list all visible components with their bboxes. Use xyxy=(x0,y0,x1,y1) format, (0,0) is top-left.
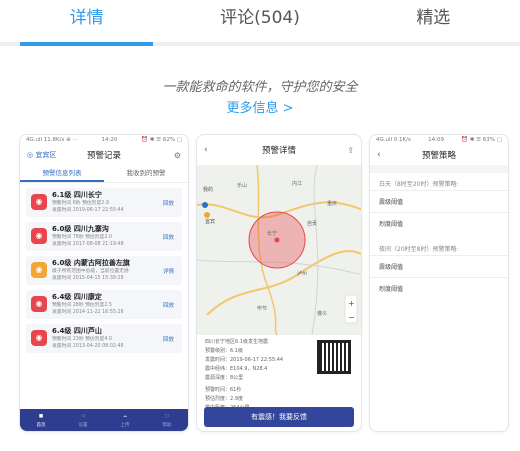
back-icon: ‹ xyxy=(204,145,208,155)
svg-text:+: + xyxy=(348,299,355,308)
map-label: 毕节 xyxy=(257,305,267,312)
bottom-nav-upload: ☁ 上传 xyxy=(120,414,130,428)
epicenter-map: 长宁 我的 宜宾 泸州 乐山 重庆 自贡 遵义 毕节 内江 + − xyxy=(197,165,361,335)
record-time: 发震时间 2019-06-17 22:55:44 xyxy=(52,208,124,213)
record-action-link[interactable]: 回放 xyxy=(163,335,174,343)
page-title: 预警详情 xyxy=(261,146,296,156)
back-icon: ‹ xyxy=(377,150,381,160)
tab-comments[interactable]: 评论(504) xyxy=(173,0,346,42)
detail-coords: 震中经纬：E104.9，N28.4 xyxy=(205,366,268,372)
warning-record-card[interactable]: ◉ 6.4级 四川芦山 预警时间 23秒 预估烈度4.0 发震时间 2013-04-2… xyxy=(26,324,182,353)
page-title: 预警策略 xyxy=(421,151,456,161)
warning-record-card[interactable]: ◉ 6.1级 四川长宁 预警时间 6秒 预估烈度2.9 发震时间 2019-06-17… xyxy=(26,188,182,217)
status-bar: 4G.ull 11.8K/s ⊕ ··· 14:20 ⏰ ✱ ☰ 62% ▢ xyxy=(20,135,188,145)
night-magnitude-row[interactable]: 震级阈值 xyxy=(370,255,508,277)
screenshot-warning-records[interactable]: 4G.ull 11.8K/s ⊕ ··· 14:20 ⏰ ✱ ☰ 62% ▢ ◎… xyxy=(19,134,189,432)
seg-received: 我收到的预警 xyxy=(126,169,166,177)
detail-region: 四川长宁地区6.1级发生地震 xyxy=(205,339,268,345)
record-action-link[interactable]: 回放 xyxy=(163,301,174,309)
night-section-title: 夜间（20时至8时）预警策略: xyxy=(379,246,459,253)
alert-icon: ◉ xyxy=(31,194,47,210)
map-label: 内江 xyxy=(292,180,302,187)
day-intensity-row[interactable]: 烈度阈值 xyxy=(370,212,508,234)
record-action-link[interactable]: 回放 xyxy=(163,199,174,207)
alert-icon: ◉ xyxy=(31,228,47,244)
feedback-button[interactable]: 有震感！我要反馈 xyxy=(204,407,354,427)
record-time: 发震时间 2014-11-22 16:55:26 xyxy=(52,310,124,315)
map-label: 泸州 xyxy=(297,270,307,277)
bottom-nav-help: ▢ 帮助 xyxy=(162,414,172,428)
page-title: 预警记录 xyxy=(86,151,121,161)
day-section-title: 白天（8时至20时）预警策略: xyxy=(379,181,459,188)
bottom-nav-settings: ◁ 设置 xyxy=(78,414,88,428)
detail-warning-time: 预警时间：61秒 xyxy=(205,387,242,393)
alert-icon: ◉ xyxy=(31,330,47,346)
seg-warning-list: 预警信息列表 xyxy=(20,165,104,182)
tab-featured[interactable]: 精选 xyxy=(347,0,520,42)
map-label: 自贡 xyxy=(307,220,317,227)
night-intensity-row[interactable]: 烈度阈值 xyxy=(370,277,508,299)
qr-code xyxy=(317,340,351,374)
map-label: 长宁 xyxy=(267,230,277,237)
svg-text:−: − xyxy=(348,313,355,322)
screenshot-warning-strategy[interactable]: 4G.ull 0.1K/s 14:09 ⏰ ✱ ☰ 63% ▢ ‹ 预警策略 白… xyxy=(369,134,509,432)
nav-bar: ‹ 预警策略 xyxy=(370,145,508,165)
warning-record-card[interactable]: ◉ 6.0级 内蒙古阿拉善左旗 级于所有范围中低级，当前位置无感 发震时间 2015-… xyxy=(26,256,182,285)
app-slogan: 一款能救命的软件，守护您的安全 xyxy=(162,80,358,95)
more-info-link[interactable]: 更多信息 > xyxy=(0,97,520,116)
detail-depth: 震源深度：8公里 xyxy=(205,375,244,381)
status-right: ⏰ ✱ ☰ 62% ▢ xyxy=(141,137,182,143)
record-time: 发震时间 2015-04-15 15:39:28 xyxy=(52,276,124,281)
screenshot-warning-detail[interactable]: ‹ 预警详情 ⇪ 长宁 我的 宜宾 泸州 乐山 重庆 自贡 遵义 毕节 内江 + xyxy=(196,134,362,432)
bottom-nav: ■ 首页 ◁ 设置 ☁ 上传 ▢ 帮助 xyxy=(20,409,188,431)
record-action-link[interactable]: 回放 xyxy=(163,233,174,241)
share-icon: ⇪ xyxy=(347,145,354,155)
status-bar: 4G.ull 0.1K/s 14:09 ⏰ ✱ ☰ 63% ▢ xyxy=(370,135,508,145)
location-label: ◎ 宜宾区 xyxy=(27,151,57,159)
detail-time: 发震时间：2019-06-17 22:55:44 xyxy=(205,357,284,363)
bottom-nav-home: ■ 首页 xyxy=(36,414,46,428)
warning-record-card[interactable]: ◉ 6.4级 四川康定 预警时间 28秒 预估烈度2.5 发震时间 2014-11-2… xyxy=(26,290,182,319)
alert-icon: ◉ xyxy=(31,262,47,278)
nav-bar: ‹ 预警详情 ⇪ xyxy=(197,135,361,165)
tab-details[interactable]: 详情 xyxy=(0,0,173,46)
day-magnitude-row[interactable]: 震级阈值 xyxy=(370,190,508,212)
status-left: 4G.ull 11.8K/s ⊕ ··· xyxy=(26,137,78,143)
map-label: 遵义 xyxy=(317,310,327,317)
map-label: 我的 xyxy=(203,186,213,193)
record-action-link[interactable]: 详情 xyxy=(163,267,174,275)
map-label: 乐山 xyxy=(237,182,247,189)
warning-record-card[interactable]: ◉ 6.0级 四川九寨沟 预警时间 78秒 预估烈度2.0 发震时间 2017-08-… xyxy=(26,222,182,251)
nav-bar: ◎ 宜宾区 预警记录 ⚙ xyxy=(20,145,188,165)
status-time: 14:20 xyxy=(101,137,118,143)
map-label: 宜宾 xyxy=(205,218,215,225)
gear-icon: ⚙ xyxy=(173,150,181,160)
record-time: 发震时间 2017-08-08 21:19:48 xyxy=(52,242,124,247)
alert-icon: ◉ xyxy=(31,296,47,312)
record-time: 发震时间 2013-04-20 08:02:46 xyxy=(52,344,124,349)
status-time: 14:09 xyxy=(428,137,444,143)
segment-control: 预警信息列表 我收到的预警 xyxy=(20,165,188,183)
status-right: ⏰ ✱ ☰ 63% ▢ xyxy=(461,137,502,143)
detail-magnitude: 预警级别：6.1级 xyxy=(205,348,243,354)
detail-intensity: 预估烈度：2.9度 xyxy=(205,396,243,402)
status-left: 4G.ull 0.1K/s xyxy=(376,137,411,143)
tab-bar: 详情 评论(504) 精选 xyxy=(0,0,520,46)
map-label: 重庆 xyxy=(327,200,337,207)
